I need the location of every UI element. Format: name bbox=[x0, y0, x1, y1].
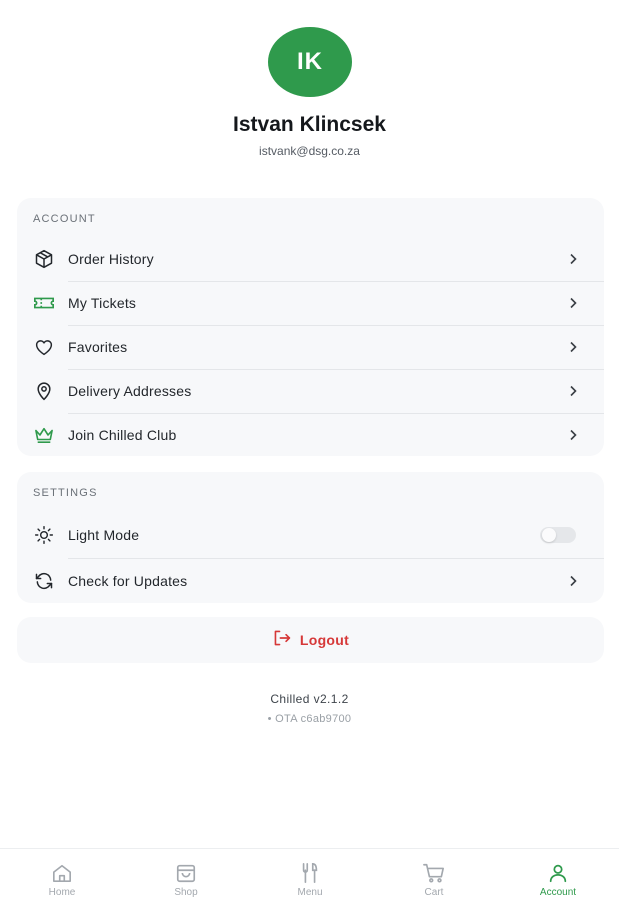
bottom-tab-bar: Home Shop Menu Cart Account bbox=[0, 848, 619, 900]
chevron-right-icon bbox=[566, 384, 580, 398]
crown-icon bbox=[33, 424, 55, 446]
cart-icon bbox=[422, 862, 446, 884]
tab-shop[interactable]: Shop bbox=[124, 849, 248, 900]
profile-name: Istvan Klincsek bbox=[233, 113, 386, 136]
map-pin-icon bbox=[33, 380, 55, 402]
chevron-right-icon bbox=[566, 252, 580, 266]
settings-section: SETTINGS Light Mode Check for Updates bbox=[17, 472, 604, 603]
favorites-item[interactable]: Favorites bbox=[17, 325, 604, 369]
chevron-right-icon bbox=[566, 296, 580, 310]
light-mode-label: Light Mode bbox=[68, 527, 140, 543]
settings-section-label: SETTINGS bbox=[33, 487, 98, 499]
ota-version: • OTA c6ab9700 bbox=[267, 713, 352, 725]
refresh-icon bbox=[33, 570, 55, 592]
avatar[interactable]: IK bbox=[268, 27, 352, 97]
toggle-knob bbox=[542, 528, 556, 542]
logout-label: Logout bbox=[299, 632, 350, 648]
account-section-label: ACCOUNT bbox=[33, 213, 96, 225]
shopping-bag-icon bbox=[174, 862, 198, 884]
tab-shop-label: Shop bbox=[174, 887, 198, 898]
my-tickets-label: My Tickets bbox=[68, 295, 137, 311]
check-for-updates-label: Check for Updates bbox=[68, 573, 188, 589]
join-chilled-club-label: Join Chilled Club bbox=[68, 427, 177, 443]
heart-icon bbox=[33, 336, 55, 358]
delivery-addresses-label: Delivery Addresses bbox=[68, 383, 192, 399]
account-section: ACCOUNT Order History My Tickets Favorit… bbox=[17, 198, 604, 456]
tab-cart-label: Cart bbox=[424, 887, 444, 898]
delivery-addresses-item[interactable]: Delivery Addresses bbox=[17, 369, 604, 413]
order-history-item[interactable]: Order History bbox=[17, 237, 604, 281]
check-for-updates-item[interactable]: Check for Updates bbox=[17, 559, 604, 603]
ticket-icon bbox=[33, 292, 55, 314]
favorites-label: Favorites bbox=[68, 339, 128, 355]
my-tickets-item[interactable]: My Tickets bbox=[17, 281, 604, 325]
logout-icon bbox=[272, 629, 292, 652]
light-mode-toggle[interactable] bbox=[540, 527, 576, 543]
chevron-right-icon bbox=[566, 428, 580, 442]
order-history-label: Order History bbox=[68, 251, 154, 267]
chevron-right-icon bbox=[566, 574, 580, 588]
user-icon bbox=[546, 862, 570, 884]
tab-home-label: Home bbox=[48, 887, 76, 898]
light-mode-item: Light Mode bbox=[17, 513, 604, 557]
profile-email: istvank@dsg.co.za bbox=[259, 144, 360, 158]
tab-menu[interactable]: Menu bbox=[248, 849, 372, 900]
utensils-icon bbox=[298, 862, 322, 884]
tab-cart[interactable]: Cart bbox=[372, 849, 496, 900]
tab-home[interactable]: Home bbox=[0, 849, 124, 900]
tab-account-label: Account bbox=[539, 887, 577, 898]
home-icon bbox=[50, 862, 74, 884]
logout-content: Logout bbox=[272, 629, 349, 652]
chevron-right-icon bbox=[566, 340, 580, 354]
tab-menu-label: Menu bbox=[297, 887, 323, 898]
sun-icon bbox=[33, 524, 55, 546]
box-icon bbox=[33, 248, 55, 270]
join-chilled-club-item[interactable]: Join Chilled Club bbox=[17, 413, 604, 457]
app-version: Chilled v2.1.2 bbox=[270, 692, 349, 706]
tab-account[interactable]: Account bbox=[496, 849, 619, 900]
logout-button[interactable]: Logout bbox=[17, 617, 604, 663]
